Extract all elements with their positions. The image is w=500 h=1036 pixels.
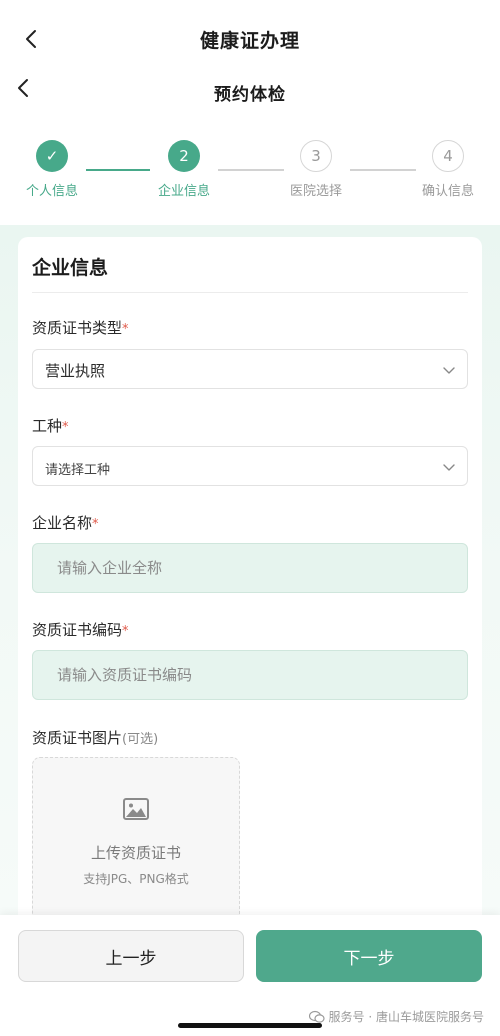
wechat-icon (308, 1010, 325, 1023)
home-indicator (178, 1023, 322, 1028)
section-title: 企业信息 (32, 257, 109, 279)
watermark-text: 服务号 · 唐山车城医院服务号 (328, 1010, 484, 1024)
cert-number-field (32, 650, 468, 700)
company-name-field (32, 543, 468, 593)
step-1-label: 个人信息 (25, 184, 78, 199)
step-2-label: 企业信息 (157, 184, 210, 199)
top-header: 健康证办理 (0, 0, 500, 80)
company-name-label: 企业名称* (32, 514, 99, 532)
step-3-label: 医院选择 (289, 184, 342, 199)
required-mark: * (122, 624, 129, 639)
upload-format-hint: 支持JPG、PNG格式 (83, 872, 189, 886)
cert-type-select[interactable]: 营业执照 (32, 349, 468, 389)
previous-step-button[interactable]: 上一步 (18, 930, 244, 982)
cert-type-value: 营业执照 (45, 362, 106, 380)
step-3-number: 3 (300, 140, 332, 172)
step-2-number: 2 (168, 140, 200, 172)
upload-title: 上传资质证书 (90, 844, 181, 862)
optional-note: (可选) (122, 732, 159, 747)
cert-type-label: 资质证书类型* (32, 319, 129, 337)
next-step-button[interactable]: 下一步 (256, 930, 482, 982)
company-info-card: 企业信息 资质证书类型* 营业执照 工种* 请选择工种 企业名称* 资质证书编码… (18, 237, 482, 937)
step-4-number: 4 (432, 140, 464, 172)
step-connector (86, 169, 150, 171)
watermark: 服务号 · 唐山车城医院服务号 (308, 1008, 484, 1025)
bottom-action-bar: 上一步 下一步 服务号 · 唐山车城医院服务号 (0, 915, 500, 1036)
step-1-check-icon: ✓ (36, 140, 68, 172)
cert-image-label: 资质证书图片(可选) (32, 729, 159, 747)
job-type-label: 工种* (32, 417, 69, 435)
progress-stepper: ✓ 个人信息 2 企业信息 3 医院选择 4 确认信息 (0, 138, 500, 218)
required-mark: * (122, 322, 129, 337)
divider (32, 292, 468, 293)
cert-number-label: 资质证书编码* (32, 621, 129, 639)
step-4-label: 确认信息 (421, 184, 474, 199)
page-title: 健康证办理 (199, 30, 300, 52)
company-name-input[interactable] (33, 544, 467, 592)
chevron-down-icon (443, 464, 455, 471)
chevron-down-icon (443, 367, 455, 374)
step-connector (350, 169, 416, 171)
sub-page-title: 预约体检 (214, 85, 286, 105)
step-connector (218, 169, 284, 171)
cert-number-input[interactable] (33, 651, 467, 699)
cert-image-upload[interactable]: 上传资质证书 支持JPG、PNG格式 (32, 757, 240, 927)
job-type-placeholder: 请选择工种 (45, 463, 111, 478)
job-type-select[interactable]: 请选择工种 (32, 446, 468, 486)
required-mark: * (62, 420, 69, 435)
image-icon (123, 798, 149, 820)
required-mark: * (92, 517, 99, 532)
